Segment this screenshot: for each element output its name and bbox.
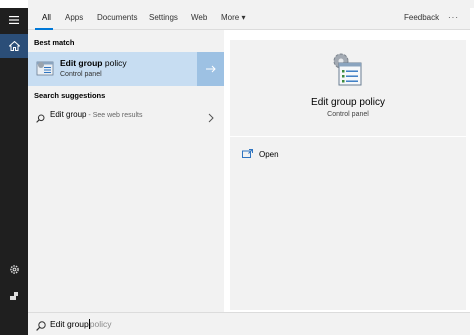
tab-settings[interactable]: Settings [149, 13, 178, 22]
best-match-title: Edit group policy [60, 58, 127, 68]
tab-documents[interactable]: Documents [97, 13, 137, 22]
group-policy-large-icon [330, 52, 366, 88]
suggestion-query: Edit group [50, 110, 87, 119]
arrow-right-icon [205, 65, 216, 73]
feedback-link[interactable]: Feedback [404, 13, 439, 22]
home-icon[interactable] [0, 34, 28, 58]
search-input[interactable]: Edit grouppolicy [50, 319, 111, 329]
best-match-item[interactable]: Edit group policy Control panel [28, 52, 224, 86]
background-window-strip [28, 0, 474, 8]
hamburger-menu-icon[interactable] [0, 8, 28, 32]
suggestion-hint: - See web results [86, 112, 143, 119]
tab-apps[interactable]: Apps [65, 13, 83, 22]
search-scope-tabs: All Apps Documents Settings Web More ▾ F… [28, 8, 470, 30]
open-action[interactable]: Open [242, 146, 279, 162]
chevron-down-icon: ▾ [241, 13, 246, 22]
search-typed-text: Edit group [50, 319, 89, 329]
more-options-icon[interactable]: ··· [448, 13, 459, 22]
detail-divider [230, 136, 466, 137]
detail-title: Edit group policy [311, 97, 385, 108]
best-match-subtitle: Control panel [60, 71, 102, 78]
best-match-heading: Best match [34, 38, 75, 47]
best-match-title-bold: Edit group [60, 58, 103, 68]
chevron-right-icon [208, 110, 214, 128]
start-rail [0, 0, 28, 335]
search-icon [36, 110, 45, 128]
open-details-arrow-button[interactable] [197, 52, 224, 86]
search-box-icon [36, 318, 46, 335]
open-action-label: Open [259, 149, 279, 159]
tab-more[interactable]: More ▾ [221, 13, 245, 22]
web-suggestion-item[interactable]: Edit group - See web results [28, 104, 224, 126]
search-autocomplete-text: policy [89, 319, 112, 329]
suggestion-text: Edit group - See web results [50, 110, 143, 119]
search-suggestions-heading: Search suggestions [34, 91, 106, 100]
user-account-icon[interactable] [0, 284, 28, 308]
group-policy-app-icon [36, 59, 54, 77]
rail-gap [0, 0, 28, 8]
detail-subtitle: Control panel [327, 111, 369, 118]
tab-web[interactable]: Web [191, 13, 207, 22]
open-window-icon [242, 145, 253, 163]
best-match-title-rest: policy [102, 58, 127, 68]
settings-gear-icon[interactable] [0, 257, 28, 281]
tab-more-label: More [221, 13, 240, 22]
right-edge [470, 8, 474, 335]
search-box[interactable]: Edit grouppolicy [28, 312, 470, 335]
tab-all[interactable]: All [42, 13, 51, 22]
